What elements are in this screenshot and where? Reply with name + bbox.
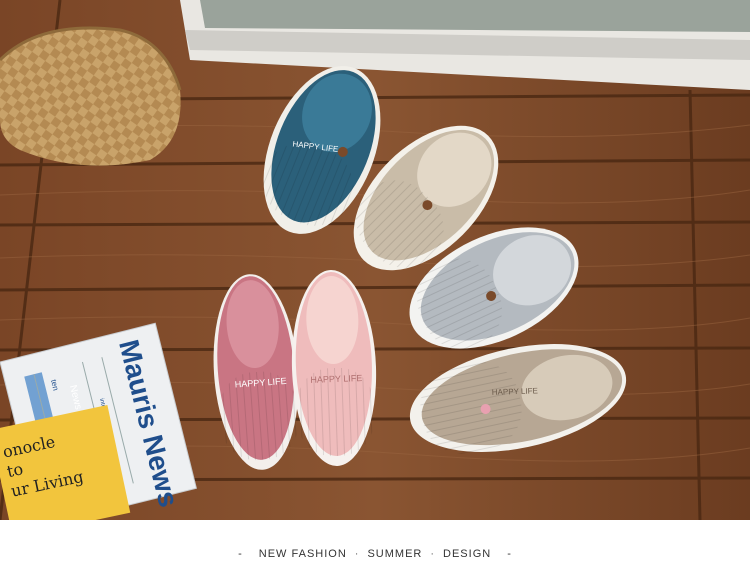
- product-photo: HAPPY LIFE HAPPY LIFE HAPPY LIFE HAPPY L…: [0, 0, 750, 520]
- embroidery-text: HAPPY LIFE: [310, 373, 362, 385]
- caption-bar: - NEW FASHION · SUMMER · DESIGN -: [0, 520, 750, 587]
- woven-basket: [0, 26, 182, 166]
- caption-separator: ·: [354, 547, 360, 560]
- caption-item-summer: SUMMER: [367, 547, 423, 560]
- caption-item-design: DESIGN: [443, 547, 492, 560]
- caption-item-new-fashion: NEW FASHION: [258, 547, 347, 560]
- caption-separator: ·: [430, 547, 436, 560]
- caption-dash-left: -: [238, 547, 243, 560]
- embroidery-text: HAPPY LIFE: [492, 386, 538, 397]
- caption-dash-right: -: [507, 547, 512, 560]
- slippers-scene: HAPPY LIFE HAPPY LIFE HAPPY LIFE HAPPY L…: [0, 0, 750, 520]
